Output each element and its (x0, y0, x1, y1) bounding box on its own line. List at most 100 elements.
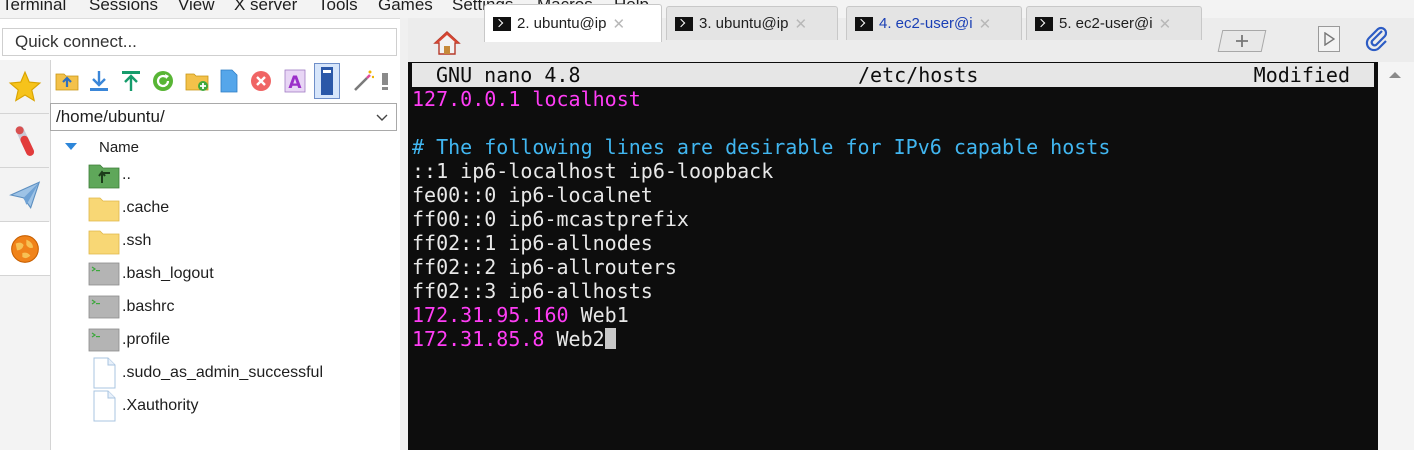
terminal-text: ff02::2 ip6-allrouters (412, 255, 677, 279)
close-icon[interactable]: ✕ (612, 15, 625, 33)
follow-terminal-button[interactable] (314, 63, 340, 99)
download-button[interactable] (86, 66, 112, 96)
menu-xserver[interactable]: X server (234, 0, 297, 15)
close-icon[interactable]: ✕ (1159, 15, 1172, 33)
download-icon (90, 71, 108, 91)
sftp-toolbar: A (50, 62, 400, 100)
shell-script-icon (88, 292, 120, 322)
terminal-text: 172.31.85.8 (412, 327, 545, 351)
file-row-xauthority[interactable]: .Xauthority (88, 389, 198, 422)
terminal-text: Web1 (568, 303, 629, 327)
file-row-bashrc[interactable]: .bashrc (88, 290, 174, 323)
follow-terminal-icon (321, 67, 333, 95)
delete-button[interactable] (248, 66, 274, 96)
file-row-sudo-as-admin[interactable]: .sudo_as_admin_successful (88, 356, 323, 389)
terminal-view[interactable]: GNU nano 4.8 /etc/hosts Modified 127.0.0… (408, 62, 1378, 450)
sidebar-tab-sessions[interactable] (0, 60, 49, 114)
column-header-label: Name (99, 138, 140, 156)
menu-sessions[interactable]: Sessions (89, 0, 158, 15)
sidebar-tab-macros[interactable] (0, 168, 49, 222)
magic-wand-button[interactable] (350, 66, 376, 96)
nano-version: GNU nano 4.8 (436, 63, 581, 87)
parent-folder-button[interactable] (54, 66, 80, 96)
paperclip-icon (1365, 26, 1388, 52)
terminal-line: ff02::1 ip6-allnodes (412, 231, 653, 255)
terminal-text: # The following lines are desirable for … (412, 135, 1111, 159)
globe-icon (11, 234, 39, 263)
terminal-text: ff02::3 ip6-allhosts (412, 279, 653, 303)
sidebar-tab-sftp[interactable] (0, 222, 50, 276)
path-select[interactable]: /home/ubuntu/ (50, 103, 397, 131)
file-icon (88, 357, 120, 388)
menu-tools[interactable]: Tools (318, 0, 358, 15)
close-icon[interactable]: ✕ (979, 15, 992, 33)
rename-icon: A (284, 69, 306, 93)
terminal-icon (493, 16, 511, 31)
tab-session-5[interactable]: 5. ec2-user@i ✕ (1026, 6, 1202, 40)
menu-games[interactable]: Games (378, 0, 433, 15)
file-name: .sudo_as_admin_successful (122, 363, 324, 381)
file-row-profile[interactable]: .profile (88, 323, 170, 356)
refresh-button[interactable] (150, 66, 176, 96)
quick-connect-input[interactable] (2, 28, 397, 56)
scroll-tabs-right-button[interactable] (1318, 26, 1340, 52)
shell-script-icon (88, 259, 120, 289)
terminal-scrollbar[interactable] (1378, 62, 1414, 450)
terminal-text: ff00::0 ip6-mcastprefix (412, 207, 689, 231)
sidebar-tabs (0, 60, 51, 450)
terminal-line: 127.0.0.1 localhost (412, 87, 641, 111)
file-name: .ssh (122, 231, 152, 249)
terminal-line: 172.31.95.160 Web1 (412, 303, 629, 327)
terminal-text: 172.31.95.160 (412, 303, 569, 327)
new-tab-button[interactable] (1217, 30, 1267, 52)
tab-label: 5. ec2-user@i (1059, 15, 1153, 32)
terminal-text: Web2 (544, 327, 605, 351)
menu-terminal[interactable]: Terminal (2, 0, 66, 15)
upload-button[interactable] (118, 66, 144, 96)
tab-label: 4. ec2-user@i (879, 15, 973, 32)
rename-button[interactable]: A (282, 66, 308, 96)
parent-folder-icon (88, 160, 120, 190)
play-icon (1324, 32, 1335, 46)
file-name: .profile (122, 330, 171, 348)
terminal-line: ff02::3 ip6-allhosts (412, 279, 653, 303)
panel-splitter[interactable] (400, 18, 408, 450)
refresh-icon (153, 71, 173, 91)
file-name: .bash_logout (122, 264, 214, 282)
delete-icon (251, 71, 271, 91)
sort-descending-icon (65, 143, 77, 150)
tab-session-4[interactable]: 4. ec2-user@i ✕ (846, 6, 1022, 40)
nano-status: Modified (1253, 63, 1350, 87)
new-folder-button[interactable] (184, 66, 210, 96)
file-name: .. (122, 165, 131, 183)
file-icon (88, 390, 120, 421)
terminal-line: ff00::0 ip6-mcastprefix (412, 207, 689, 231)
home-tab[interactable] (420, 26, 474, 60)
terminal-text: fe00::0 ip6-localnet (412, 183, 653, 207)
tab-session-3[interactable]: 3. ubuntu@ip ✕ (666, 6, 838, 40)
file-row-cache[interactable]: .cache (88, 191, 169, 224)
file-row-ssh[interactable]: .ssh (88, 224, 151, 257)
terminal-line: fe00::0 ip6-localnet (412, 183, 653, 207)
tab-label: 2. ubuntu@ip (517, 15, 607, 32)
chevron-down-icon (376, 114, 388, 121)
file-name: .cache (122, 198, 170, 216)
scroll-up-arrow-icon[interactable] (1388, 70, 1402, 80)
tab-label: 3. ubuntu@ip (699, 15, 789, 32)
close-icon[interactable]: ✕ (794, 15, 807, 33)
sidebar-tab-tools[interactable] (0, 114, 49, 168)
path-value: /home/ubuntu/ (56, 107, 165, 126)
new-file-button[interactable] (216, 66, 242, 96)
menu-view[interactable]: View (178, 0, 215, 15)
tab-session-2[interactable]: 2. ubuntu@ip ✕ (484, 4, 662, 42)
more-icon (382, 73, 388, 90)
star-icon (8, 70, 41, 102)
more-button[interactable] (378, 66, 392, 96)
svg-text:A: A (288, 73, 302, 93)
home-icon (433, 31, 461, 55)
file-row-parent[interactable]: .. (88, 158, 131, 191)
file-name: .Xauthority (122, 396, 199, 414)
name-column-header[interactable]: Name (64, 137, 139, 157)
file-row-bash-logout[interactable]: .bash_logout (88, 257, 214, 290)
attach-button[interactable] (1362, 24, 1392, 54)
